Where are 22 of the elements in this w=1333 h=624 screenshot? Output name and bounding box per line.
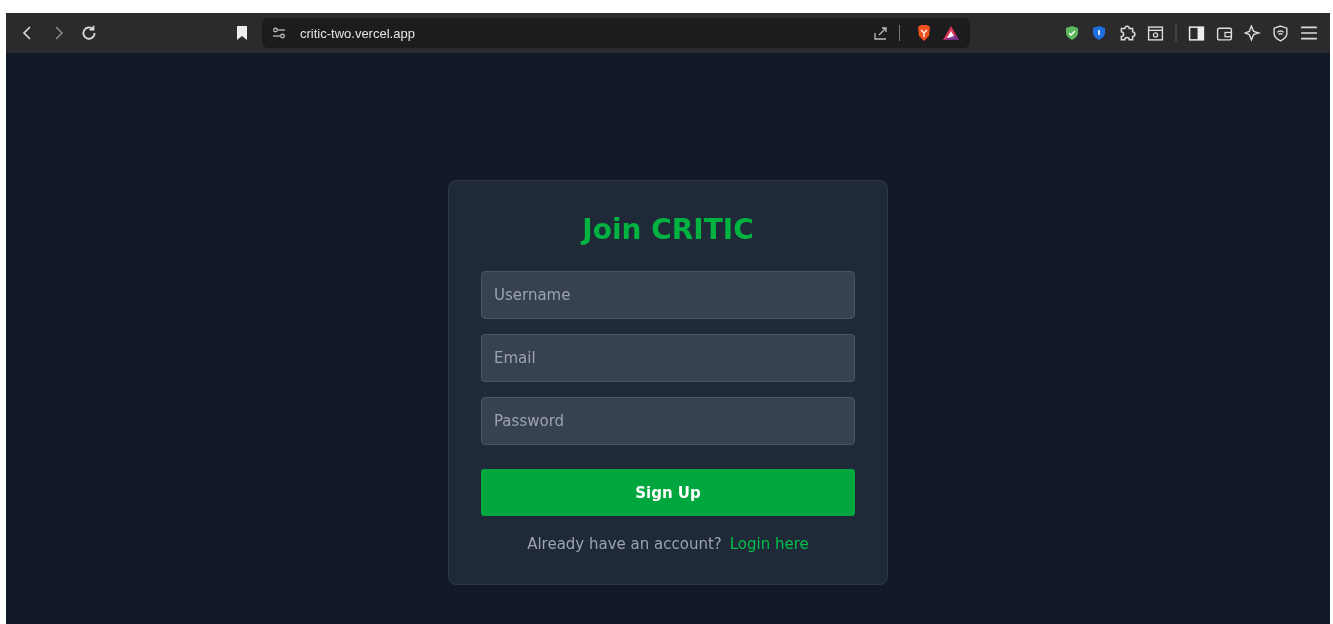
bookmark-icon[interactable]	[236, 25, 248, 41]
login-link[interactable]: Login here	[729, 534, 809, 554]
shield-check-icon[interactable]	[1064, 25, 1080, 41]
sign-up-button[interactable]: Sign Up	[481, 469, 855, 516]
sparkle-icon[interactable]	[1244, 24, 1261, 42]
form-title: Join CRITIC	[579, 212, 755, 248]
triangle-icon[interactable]	[942, 25, 960, 41]
sidebar-icon[interactable]	[1188, 24, 1205, 42]
share-icon[interactable]	[873, 25, 889, 41]
reload-icon[interactable]	[80, 24, 98, 42]
vpn-shield-icon[interactable]	[1272, 24, 1289, 42]
email-field[interactable]: Email	[481, 334, 855, 382]
password-field[interactable]: Password	[481, 397, 855, 445]
site-settings-icon[interactable]	[272, 26, 286, 40]
puzzle-icon[interactable]	[1118, 24, 1136, 42]
url-text: critic-two.vercel.app	[300, 25, 415, 41]
username-field[interactable]: Username	[481, 271, 855, 319]
menu-icon[interactable]	[1300, 24, 1318, 42]
address-bar[interactable]: critic-two.vercel.app	[262, 18, 970, 48]
shield-info-icon[interactable]	[1091, 25, 1107, 41]
wallet-icon[interactable]	[1216, 24, 1233, 42]
account-prompt: Already have an account?	[527, 534, 722, 554]
